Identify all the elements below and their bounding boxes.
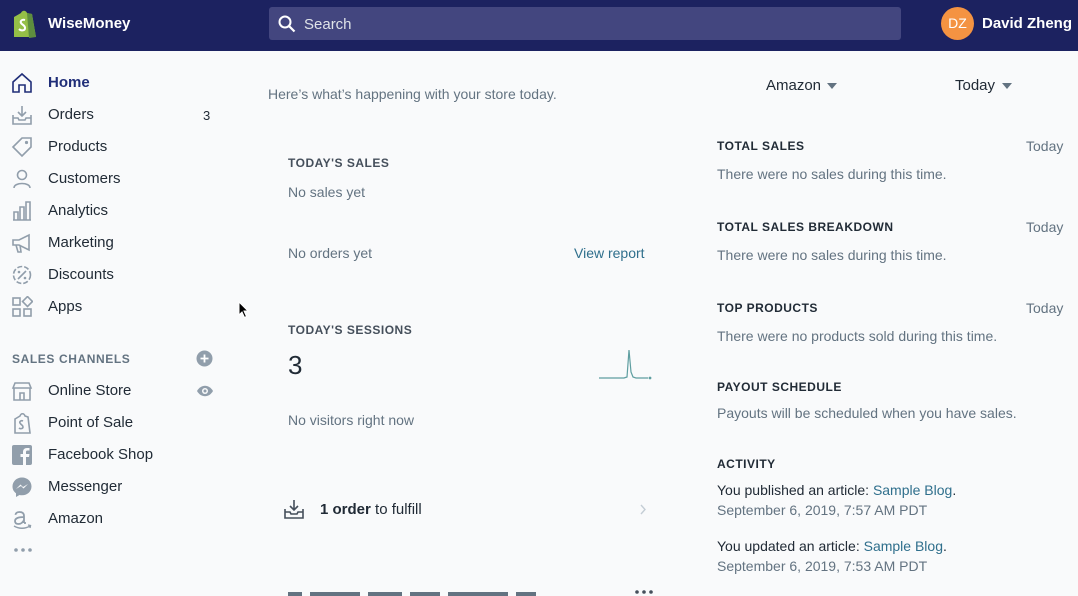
sidebar-item-products[interactable]: Products	[0, 133, 230, 161]
payout-schedule-title: PAYOUT SCHEDULE	[717, 380, 842, 394]
user-name[interactable]: David Zheng	[982, 15, 1072, 32]
sidebar-item-marketing[interactable]: Marketing	[0, 229, 230, 257]
payout-schedule-text: Payouts will be scheduled when you have …	[717, 405, 1017, 421]
chevron-down-icon[interactable]	[1002, 83, 1012, 89]
activity-text: You published an article:	[717, 482, 873, 498]
sales-breakdown-period: Today	[1026, 219, 1064, 235]
view-report-link[interactable]: View report	[574, 245, 645, 261]
more-channels-icon[interactable]	[13, 545, 33, 555]
todays-sessions-title: TODAY'S SESSIONS	[288, 323, 413, 337]
activity-entry: You published an article: Sample Blog.	[717, 482, 956, 498]
sales-channels-heading: SALES CHANNELS	[12, 352, 131, 366]
sidebar-item-messenger[interactable]: Messenger	[0, 473, 230, 501]
sidebar-item-label: Home	[48, 74, 90, 91]
sales-breakdown-text: There were no sales during this time.	[717, 247, 947, 263]
sidebar-item-label: Analytics	[48, 202, 109, 219]
sessions-count: 3	[288, 350, 303, 380]
avatar[interactable]: DZ	[941, 7, 974, 40]
sidebar-item-label: Messenger	[48, 478, 123, 495]
activity-date: September 6, 2019, 7:57 AM PDT	[717, 502, 928, 518]
search-icon	[278, 15, 296, 33]
orders-to-fulfill-suffix: to fulfill	[370, 501, 422, 518]
activity-text: You updated an article:	[717, 538, 864, 554]
activity-date: September 6, 2019, 7:53 AM PDT	[717, 558, 928, 574]
mouse-cursor-icon	[238, 301, 250, 319]
sidebar-item-label: Online Store	[48, 382, 132, 399]
activity-entry: You updated an article: Sample Blog.	[717, 538, 947, 554]
top-products-period: Today	[1026, 300, 1064, 316]
visitors-status-text: No visitors right now	[288, 412, 415, 428]
sidebar-item-label: Amazon	[48, 510, 104, 527]
person-icon	[13, 169, 31, 189]
sidebar-item-point-of-sale[interactable]: Point of Sale	[0, 409, 230, 437]
add-sales-channel-icon[interactable]	[196, 350, 213, 367]
activity-title: ACTIVITY	[717, 457, 776, 471]
sidebar-item-label: Marketing	[48, 234, 114, 251]
orders-to-fulfill-count: 1 order	[320, 501, 371, 518]
eye-icon[interactable]	[196, 384, 214, 398]
facebook-icon	[12, 445, 32, 465]
activity-link[interactable]: Sample Blog	[864, 538, 943, 554]
sidebar-item-label: Products	[48, 138, 108, 155]
shopify-logo-icon[interactable]	[10, 9, 38, 39]
sidebar-item-orders[interactable]: Orders 3	[0, 101, 230, 129]
sidebar-item-customers[interactable]: Customers	[0, 165, 230, 193]
sessions-sparkline	[599, 349, 652, 380]
chevron-down-icon[interactable]	[827, 83, 837, 89]
total-sales-period: Today	[1026, 138, 1064, 154]
app-name[interactable]: WiseMoney	[48, 15, 130, 32]
sales-status-text: No sales yet	[288, 184, 366, 200]
greeting-text: Here’s what’s happening with your store …	[268, 86, 557, 102]
sidebar-item-discounts[interactable]: Discounts	[0, 261, 230, 289]
total-sales-title: TOTAL SALES	[717, 139, 805, 153]
discount-icon	[12, 265, 32, 285]
sidebar-item-home[interactable]: Home	[0, 69, 230, 97]
sidebar-item-label: Apps	[48, 298, 83, 315]
orders-count-badge: 3	[203, 108, 211, 123]
orders-inbox-icon	[284, 500, 304, 519]
activity-tail: .	[943, 538, 947, 554]
messenger-icon	[12, 477, 32, 497]
sidebar-item-amazon[interactable]: Amazon	[0, 505, 230, 533]
channel-filter-dropdown[interactable]: Amazon	[766, 77, 821, 94]
apps-icon	[12, 296, 33, 317]
sidebar-item-label: Point of Sale	[48, 414, 134, 431]
activity-link[interactable]: Sample Blog	[873, 482, 952, 498]
sidebar-item-analytics[interactable]: Analytics	[0, 197, 230, 225]
chevron-right-icon[interactable]	[639, 504, 647, 515]
orders-icon	[12, 106, 32, 125]
orders-status-text: No orders yet	[288, 245, 373, 261]
top-products-title: TOP PRODUCTS	[717, 301, 818, 315]
amazon-icon	[13, 511, 32, 529]
store-icon	[11, 382, 33, 401]
top-products-text: There were no products sold during this …	[717, 328, 998, 344]
sales-breakdown-title: TOTAL SALES BREAKDOWN	[717, 220, 894, 234]
sidebar-item-label: Orders	[48, 106, 94, 123]
orders-to-fulfill-link[interactable]: 1 order to fulfill	[320, 501, 422, 518]
sidebar-item-label: Customers	[48, 170, 121, 187]
activity-tail: .	[952, 482, 957, 498]
sidebar-item-label: Facebook Shop	[48, 446, 154, 463]
total-sales-text: There were no sales during this time.	[717, 166, 947, 182]
bar-chart-icon	[13, 201, 31, 221]
sidebar-item-apps[interactable]: Apps	[0, 293, 230, 321]
home-icon	[12, 72, 32, 93]
megaphone-icon	[12, 233, 30, 253]
truncated-content	[288, 592, 536, 596]
search-input[interactable]	[304, 15, 864, 33]
shopify-bag-icon	[14, 412, 31, 434]
more-options-icon[interactable]	[635, 589, 653, 595]
date-filter-dropdown[interactable]: Today	[955, 77, 995, 94]
tag-icon	[11, 137, 32, 158]
sidebar-item-label: Discounts	[48, 266, 114, 283]
todays-sales-title: TODAY'S SALES	[288, 156, 390, 170]
sidebar-item-facebook-shop[interactable]: Facebook Shop	[0, 441, 230, 469]
